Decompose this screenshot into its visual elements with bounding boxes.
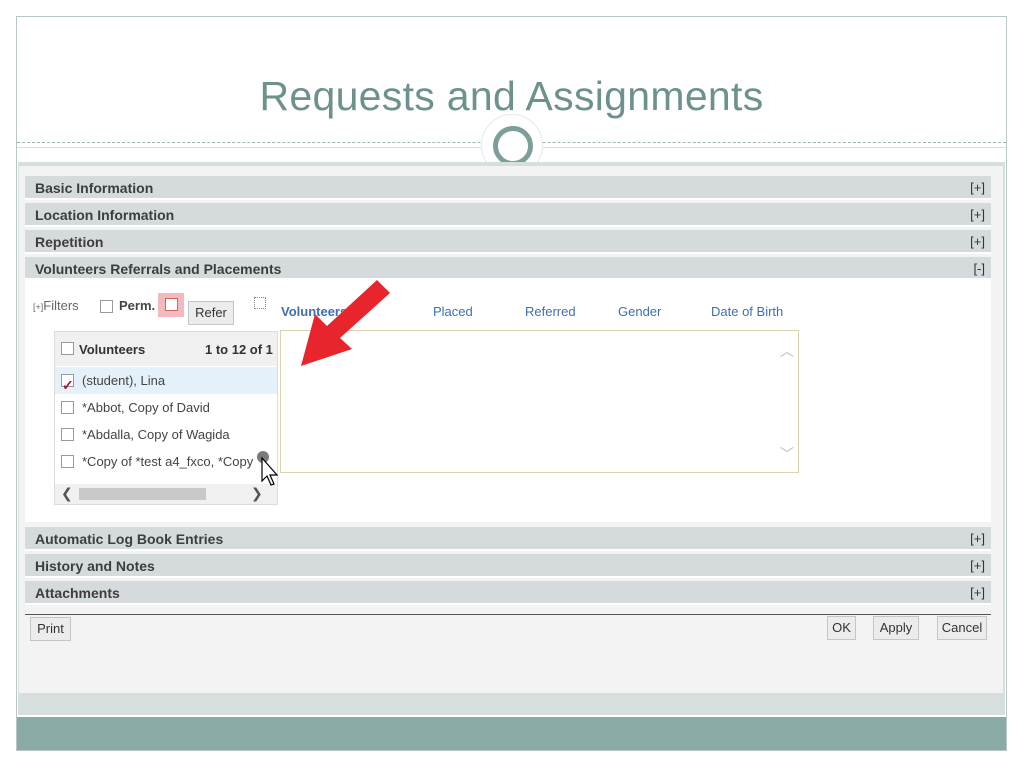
divider <box>25 614 991 615</box>
perm-checkbox[interactable] <box>100 300 113 313</box>
print-button[interactable]: Print <box>30 617 71 641</box>
footer-band <box>17 717 1006 750</box>
apply-button[interactable]: Apply <box>873 616 919 640</box>
list-item-checkbox[interactable]: ✓ <box>61 374 74 393</box>
section-history-and-notes[interactable]: History and Notes [+] <box>25 554 991 578</box>
list-item[interactable]: *Abdalla, Copy of Wagida <box>55 421 277 448</box>
expand-toggle[interactable]: [+] <box>970 230 985 254</box>
select-all-checkbox[interactable] <box>254 297 266 309</box>
list-range-label: 1 to 12 of 1 <box>205 342 273 357</box>
expand-toggle[interactable]: [+] <box>970 581 985 605</box>
section-location-information[interactable]: Location Information [+] <box>25 203 991 227</box>
red-arrow-icon <box>301 280 390 366</box>
volunteer-name: *Abbot, Copy of David <box>82 400 210 415</box>
column-header-gender[interactable]: Gender <box>618 304 661 319</box>
scroll-right-icon[interactable]: ❯ <box>251 484 263 504</box>
volunteer-name: *Copy of *test a4_fxco, *Copy <box>82 454 254 469</box>
list-header-label: Volunteers <box>79 342 146 357</box>
list-item[interactable]: *Copy of *test a4_fxco, *Copy <box>55 448 277 475</box>
filters-toggle[interactable]: [+]Filters <box>33 298 79 313</box>
list-item-checkbox[interactable] <box>61 401 74 414</box>
section-label: Repetition <box>35 234 104 250</box>
refer-button[interactable]: Refer <box>188 301 234 325</box>
mouse-cursor-icon <box>257 451 279 486</box>
section-repetition[interactable]: Repetition [+] <box>25 230 991 254</box>
refer-checkbox[interactable] <box>165 298 178 311</box>
scrollbar-thumb[interactable] <box>79 488 206 500</box>
ok-button[interactable]: OK <box>827 616 856 640</box>
scroll-down-icon[interactable]: ﹀ <box>780 444 794 464</box>
section-label: Attachments <box>35 585 120 601</box>
app-content: Basic Information [+] Location Informati… <box>19 166 1003 693</box>
list-item[interactable]: *Abbot, Copy of David <box>55 394 277 421</box>
section-label: Location Information <box>35 207 175 223</box>
list-item[interactable]: ✓ (student), Lina <box>55 367 277 394</box>
scroll-left-icon[interactable]: ❮ <box>61 484 73 504</box>
app-window: Basic Information [+] Location Informati… <box>18 162 1005 715</box>
section-automatic-log-book[interactable]: Automatic Log Book Entries [+] <box>25 527 991 551</box>
column-header-placed[interactable]: Placed <box>433 304 473 319</box>
section-basic-information[interactable]: Basic Information [+] <box>25 176 991 200</box>
list-select-all-checkbox[interactable] <box>61 342 74 355</box>
slide-title: Requests and Assignments <box>259 73 764 119</box>
list-item-checkbox[interactable] <box>61 428 74 441</box>
list-header: Volunteers 1 to 12 of 1 <box>55 332 277 366</box>
section-label: Automatic Log Book Entries <box>35 531 224 547</box>
section-label: History and Notes <box>35 558 155 574</box>
section-label: Basic Information <box>35 180 154 196</box>
expand-toggle[interactable]: [+] <box>970 176 985 200</box>
volunteers-section-body: [+]Filters Perm. Refer Volunteers Placed… <box>25 278 991 522</box>
list-item-checkbox[interactable] <box>61 455 74 468</box>
expand-toggle[interactable]: [+] <box>970 554 985 578</box>
scroll-up-icon[interactable]: ︿ <box>780 341 794 361</box>
section-label: Volunteers Referrals and Placements <box>35 261 282 277</box>
volunteers-list[interactable]: Volunteers 1 to 12 of 1 ✓ (student), Lin… <box>54 331 278 505</box>
horizontal-scrollbar[interactable]: ❮ ❯ <box>55 484 277 504</box>
perm-label: Perm. <box>119 298 156 313</box>
cancel-button[interactable]: Cancel <box>937 616 987 640</box>
expand-toggle[interactable]: [+] <box>970 527 985 551</box>
slide: Requests and Assignments Basic Informati… <box>16 16 1007 751</box>
column-header-referred[interactable]: Referred <box>525 304 576 319</box>
column-header-date-of-birth[interactable]: Date of Birth <box>711 304 783 319</box>
volunteer-name: (student), Lina <box>82 373 166 388</box>
expand-toggle[interactable]: [+] <box>970 203 985 227</box>
section-attachments[interactable]: Attachments [+] <box>25 581 991 605</box>
volunteer-name: *Abdalla, Copy of Wagida <box>82 427 230 442</box>
